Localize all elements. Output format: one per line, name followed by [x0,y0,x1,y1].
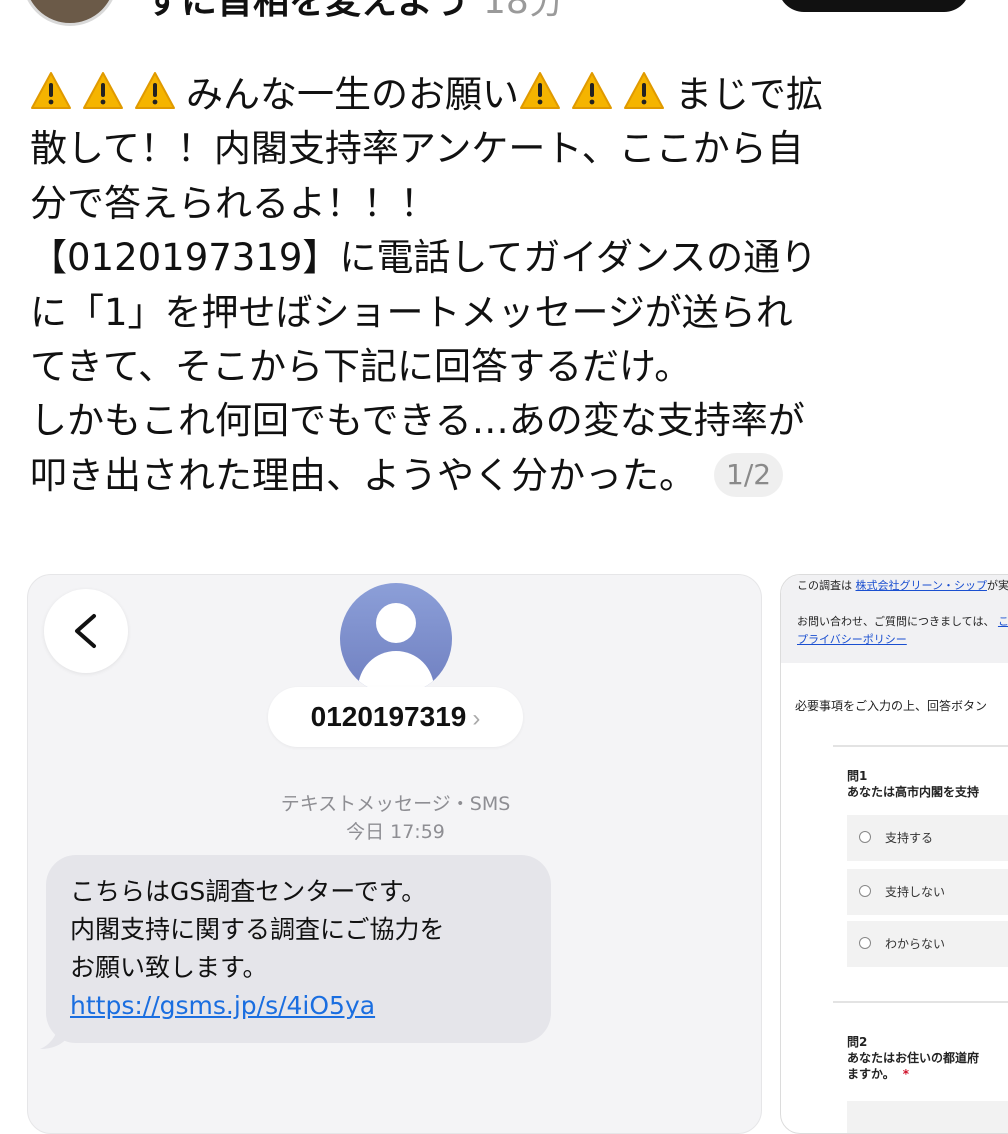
chevron-left-icon [75,614,96,648]
sms-message-bubble: こちらはGS調査センターです。 内閣支持に関する調査にご協力を お願い致します。… [46,855,551,1043]
survey-contact-text: お問い合わせ、ご質問につきましては、 [797,615,995,628]
page-indicator-badge[interactable]: 1/2 [714,452,784,497]
required-mark: * [902,1067,910,1081]
post-line-7: しかもこれ何回でもできる…あの変な支持率が [30,399,805,443]
answer-option: わからない [847,921,1008,967]
avatar-head [376,603,416,643]
question-1-number: 問1 [847,769,868,783]
question-2-number: 問2 [847,1035,868,1049]
attached-image-sms[interactable]: 0120197319 › テキストメッセージ・SMS 今日 17:59 こちらはG… [27,574,762,1134]
post-line-4: 【0120197319】に電話してガイダンスの通り [30,236,818,280]
company-link: 株式会社グリーン・シップ [855,579,987,592]
sender-number-text: 0120197319 [310,701,467,732]
radio-icon [859,831,871,843]
follow-button[interactable] [778,0,970,12]
survey-contact: お問い合わせ、ご質問につきましては、 こ [797,613,1008,629]
post-line-1-text-b: まじで拡 [675,73,823,116]
post-line-3: 分で答えられるよ！！！ [30,181,437,225]
warning-icon [571,71,613,111]
post-line-1-text-a: みんな一生のお願い [186,73,519,116]
post-line-1: みんな一生のお願い まじで拡 [30,68,975,122]
sms-channel-label: テキストメッセージ・SMS [280,793,511,815]
post-line-8: 叩き出された理由、ようやく分かった。 1/2 [30,449,975,503]
sms-timestamp: 今日 17:59 [346,821,445,843]
survey-intro: この調査は 株式会社グリーン・シップが実 [797,577,1008,593]
warning-icon [519,71,561,111]
radio-icon [859,885,871,897]
answer-option [847,1101,1008,1133]
contact-link: こ [997,615,1008,628]
answer-option-label: 支持する [885,831,934,845]
answer-option-label: 支持しない [885,885,946,899]
post-line-8-text: 叩き出された理由、ようやく分かった。 [30,453,696,497]
post-line-6: てきて、そこから下記に回答するだけ。 [30,344,692,388]
privacy-policy-link: プライバシーポリシー [797,633,907,646]
sms-message-line: こちらはGS調査センターです。 [70,877,427,906]
sms-survey-link: https://gsms.jp/s/4iO5ya [70,991,376,1020]
warning-icon [134,71,176,111]
back-button [44,589,128,673]
attached-image-survey[interactable]: この調査は 株式会社グリーン・シップが実 お問い合わせ、ご質問につきましては、 … [780,574,1008,1134]
warning-icon [30,71,72,111]
question-2-text-line-1: あなたはお住いの都道府 [847,1051,980,1065]
survey-instructions: 必要事項をご入力の上、回答ボタン [795,699,988,713]
question-1-text: あなたは高市内閣を支持 [847,785,980,799]
sms-message-line: お願い致します。 [70,953,268,982]
answer-option: 支持する [847,815,1008,861]
chevron-right-icon: › [472,705,481,732]
post-line-5: に「1」を押せばショートメッセージが送られ [30,290,793,334]
contact-avatar-icon [340,583,452,695]
answer-option-label: わからない [885,937,946,951]
answer-option: 支持しない [847,869,1008,915]
survey-intro-suffix: が実 [986,579,1008,592]
warning-icon [623,71,665,111]
post-time: 18分 [483,0,565,22]
sender-number: 0120197319 › [268,687,523,747]
author-avatar[interactable] [22,0,118,26]
warning-icon [82,71,124,111]
question-2-text-line-2-label: ますか。 [847,1067,895,1081]
post-text: みんな一生のお願い まじで拡 散して！！内閣支持率アンケート、ここから自 分で答え… [30,68,975,503]
question-2-text-line-2: ますか。 * [847,1065,909,1082]
survey-intro-prefix: この調査は [797,579,852,592]
radio-icon [859,937,871,949]
author-name[interactable]: すに首相を変えよう [145,0,469,22]
post-line-2: 散して！！内閣支持率アンケート、ここから自 [30,127,804,171]
author-name-line[interactable]: すに首相を変えよう 18分 [145,0,565,26]
sms-message-line: 内閣支持に関する調査にご協力を [70,915,445,944]
